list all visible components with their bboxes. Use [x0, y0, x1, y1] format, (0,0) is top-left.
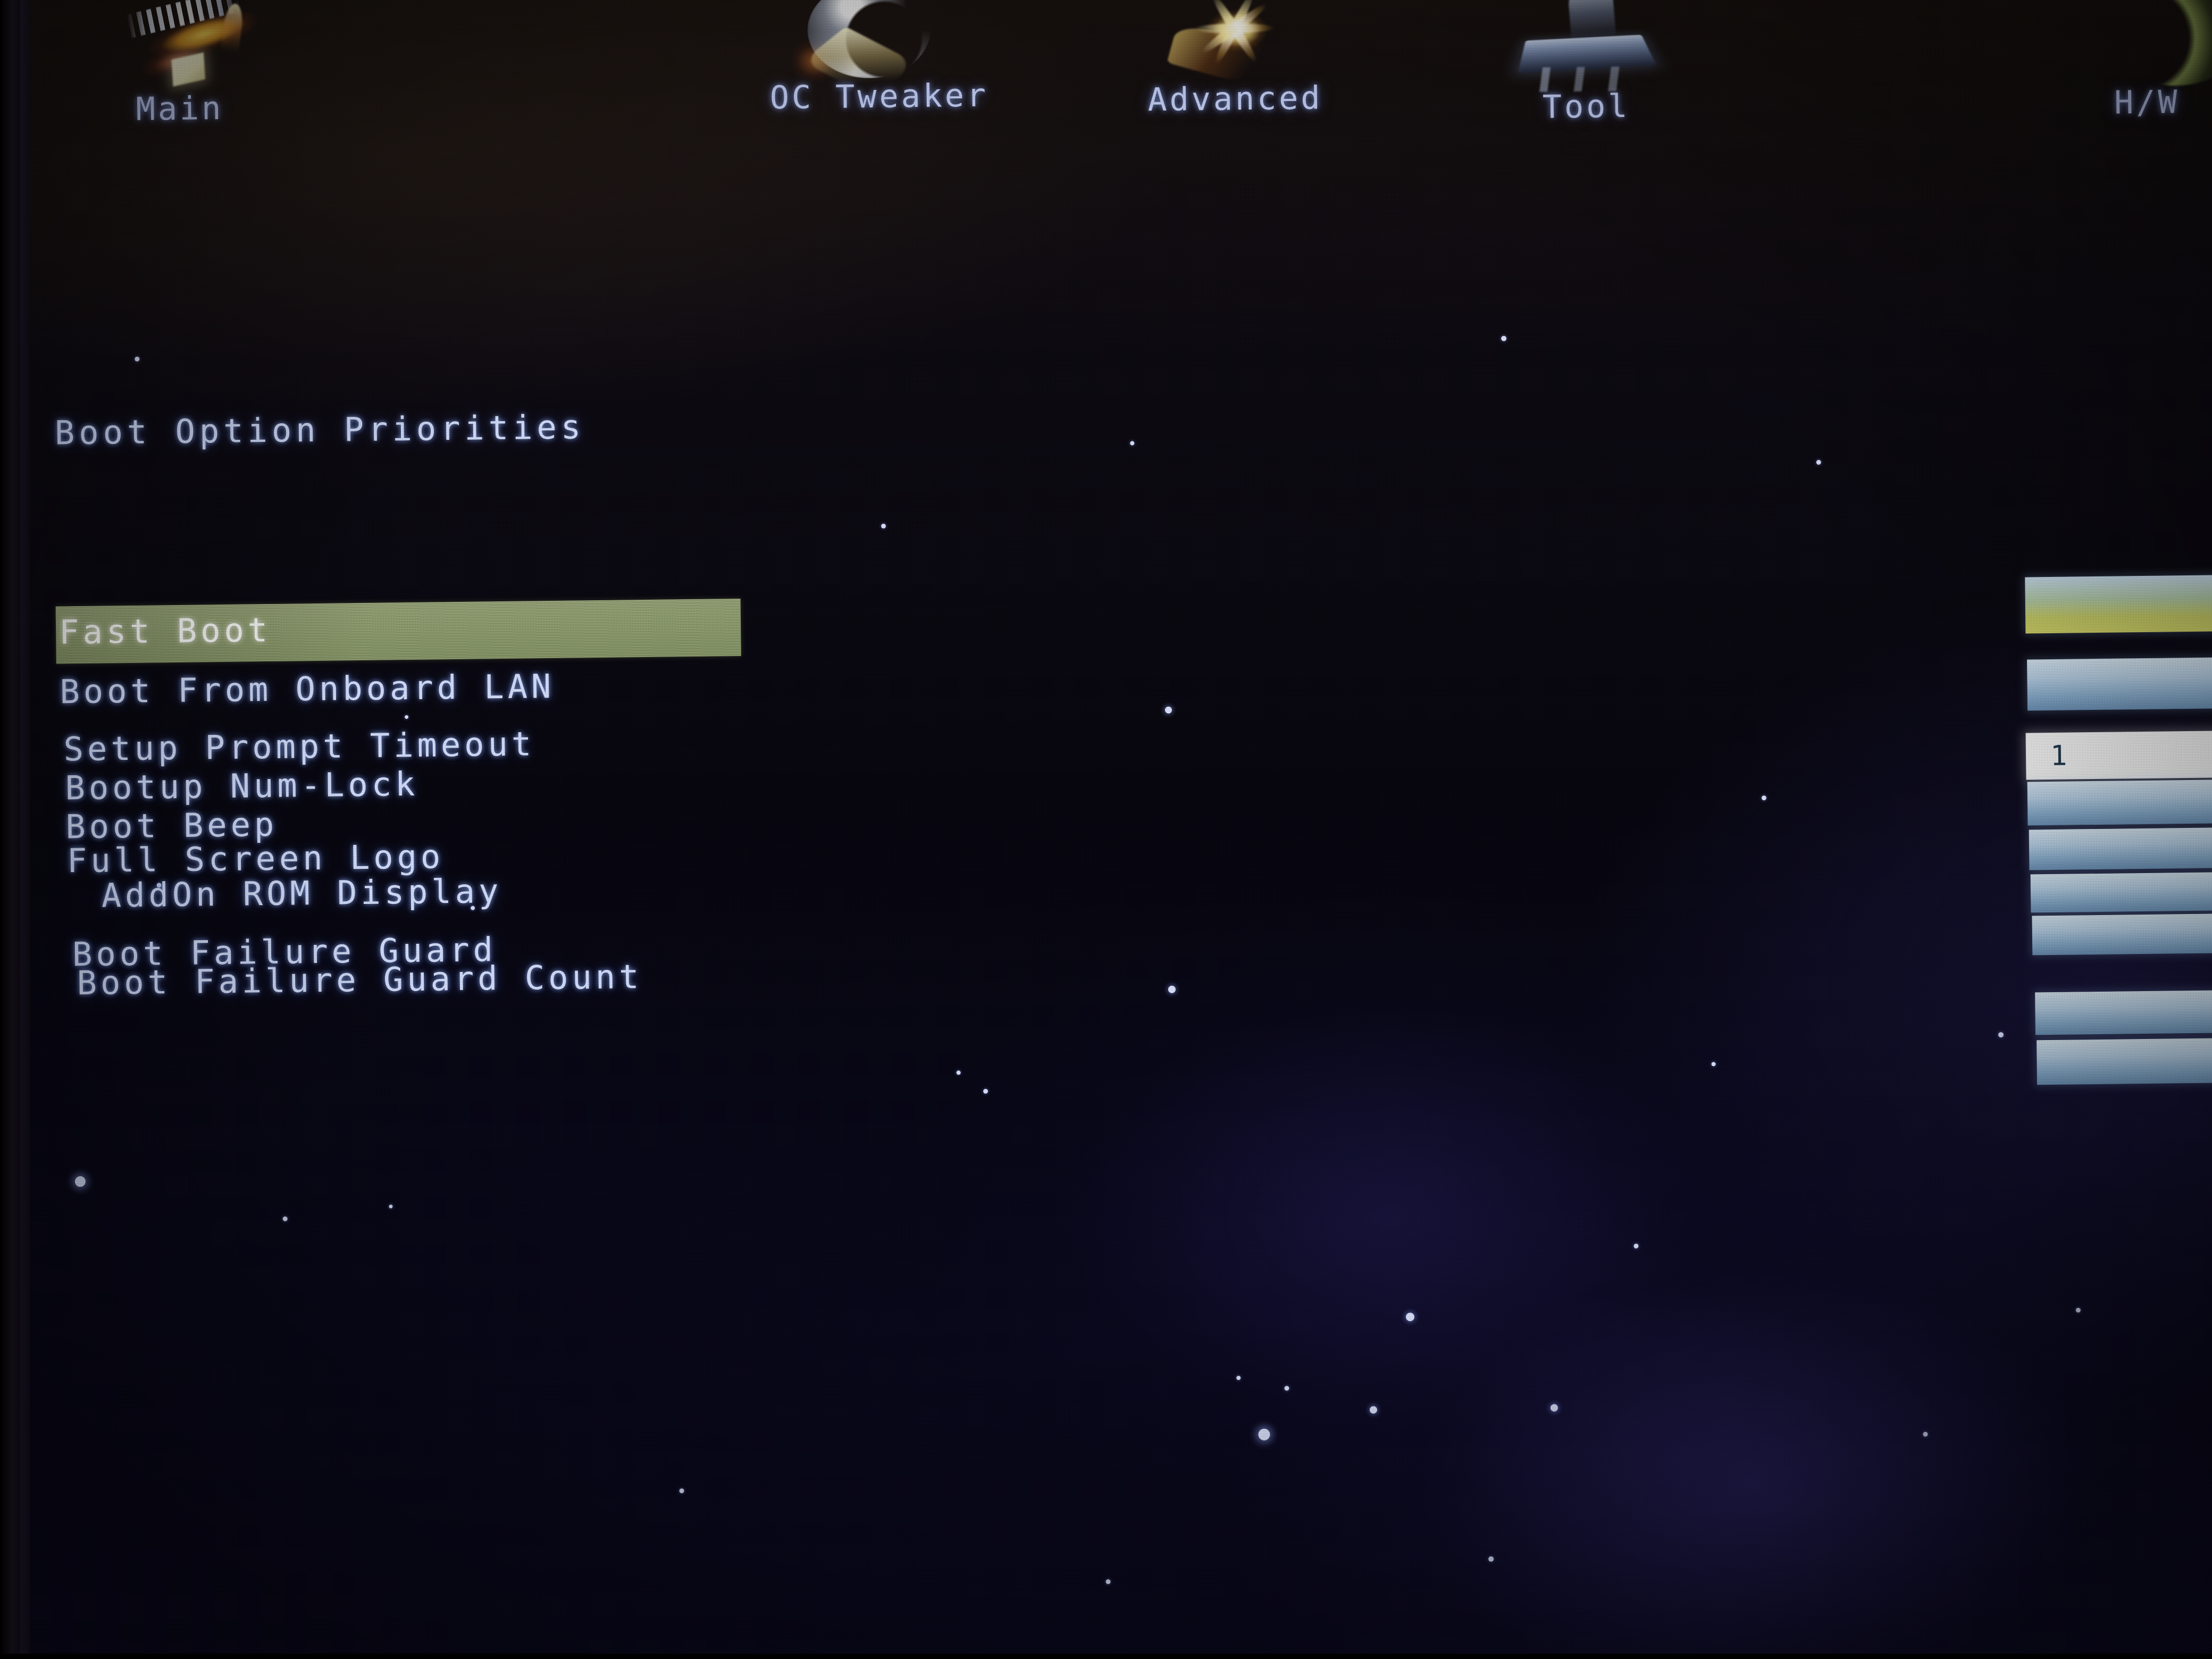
value-select-boot-from-onboard-lan[interactable] — [2027, 657, 2212, 711]
value-select-boot-failure-guard[interactable] — [2035, 990, 2212, 1035]
bios-screen: Main OC Tweaker Tool Advanced H/W Boot O… — [0, 0, 2212, 1659]
monitor-bezel-left — [0, 0, 20, 1659]
value-select-full-screen-logo[interactable] — [2030, 872, 2212, 913]
value-controls-column: 1 — [0, 0, 2212, 1659]
value-input-setup-prompt-timeout-text: 1 — [2050, 740, 2068, 772]
value-select-addon-rom-display[interactable] — [2032, 913, 2212, 956]
monitor-bezel-bottom — [0, 1654, 2212, 1659]
value-select-boot-beep[interactable] — [2029, 827, 2212, 870]
value-select-boot-failure-guard-count[interactable] — [2037, 1037, 2212, 1085]
value-select-bootup-num-lock[interactable] — [2027, 779, 2212, 826]
value-input-setup-prompt-timeout[interactable]: 1 — [2025, 730, 2212, 780]
monitor-photograph: Main OC Tweaker Tool Advanced H/W Boot O… — [0, 0, 2212, 1659]
value-select-fast-boot[interactable] — [2025, 574, 2212, 634]
